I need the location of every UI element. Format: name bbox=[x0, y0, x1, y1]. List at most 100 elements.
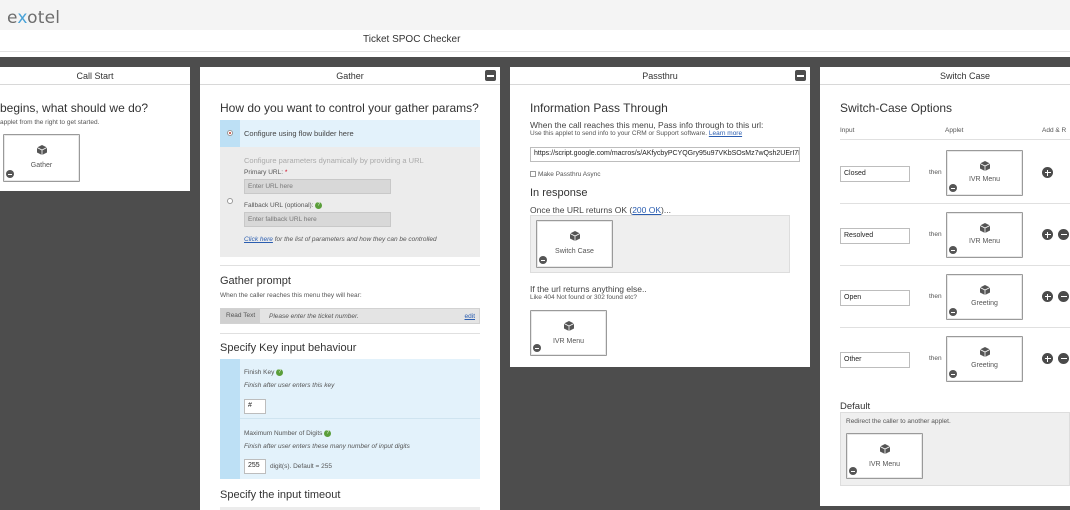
gather-panel: Gather How do you want to control your g… bbox=[200, 67, 500, 510]
default-heading: Default bbox=[840, 401, 871, 412]
divider bbox=[840, 139, 1070, 140]
remove-icon[interactable] bbox=[539, 256, 547, 264]
add-case-icon[interactable] bbox=[1042, 353, 1053, 364]
help-icon[interactable]: ? bbox=[276, 369, 284, 376]
passthru-heading: Information Pass Through bbox=[530, 101, 668, 115]
applet-label: IVR Menu bbox=[868, 461, 901, 468]
help-icon[interactable]: ? bbox=[324, 430, 332, 437]
cube-icon bbox=[979, 161, 990, 171]
applet-drop-switch-case[interactable]: Switch Case bbox=[536, 220, 613, 268]
divider bbox=[840, 265, 1070, 266]
case-applet[interactable]: IVR Menu bbox=[946, 212, 1023, 258]
panel-title: Switch Case bbox=[820, 67, 1070, 85]
remove-case-icon[interactable] bbox=[1058, 291, 1069, 302]
panel-title: Gather bbox=[200, 67, 500, 85]
edit-link[interactable]: edit bbox=[465, 313, 475, 320]
learn-more-link[interactable]: Learn more bbox=[709, 130, 742, 137]
case-applet[interactable]: IVR Menu bbox=[946, 150, 1023, 196]
panel-title: Call Start bbox=[0, 67, 190, 85]
applet-label: Greeting bbox=[971, 300, 998, 307]
case-input[interactable]: Closed bbox=[840, 166, 910, 182]
gather-heading: How do you want to control your gather p… bbox=[220, 101, 479, 115]
col-applet: Applet bbox=[945, 127, 964, 134]
fallback-url-input[interactable]: Enter fallback URL here bbox=[244, 212, 391, 227]
async-label: Make Passthru Async bbox=[538, 171, 601, 178]
then-label: then bbox=[929, 169, 942, 176]
divider bbox=[240, 418, 480, 419]
case-input[interactable]: Resolved bbox=[840, 228, 910, 244]
remove-icon[interactable] bbox=[949, 308, 957, 316]
applet-label: Switch Case bbox=[555, 248, 594, 255]
then-label: then bbox=[929, 231, 942, 238]
panel-title: Passthru bbox=[510, 67, 810, 85]
passthru-sub-desc: Use this applet to send info to your CRM… bbox=[530, 130, 743, 137]
cube-icon bbox=[979, 285, 990, 295]
cube-icon bbox=[36, 145, 47, 155]
response-heading: In response bbox=[530, 187, 588, 199]
fallback-url-label: Fallback URL (optional): ? bbox=[244, 202, 323, 209]
applet-label: Gather bbox=[30, 162, 53, 169]
ok-link[interactable]: 200 OK bbox=[632, 205, 661, 215]
params-help-text: Click here for the list of parameters an… bbox=[244, 236, 437, 243]
applet-drop-ivr-menu[interactable]: IVR Menu bbox=[530, 310, 607, 356]
timeout-heading: Specify the input timeout bbox=[220, 489, 341, 501]
applet-drop-default[interactable]: IVR Menu bbox=[846, 433, 923, 479]
primary-url-input[interactable]: Enter URL here bbox=[244, 179, 391, 194]
remove-icon[interactable] bbox=[533, 344, 541, 352]
switch-heading: Switch-Case Options bbox=[840, 101, 953, 115]
case-input[interactable]: Other bbox=[840, 352, 910, 368]
remove-icon[interactable] bbox=[849, 467, 857, 475]
col-input: Input bbox=[840, 127, 855, 134]
cube-icon bbox=[979, 347, 990, 357]
async-checkbox[interactable] bbox=[530, 171, 536, 177]
remove-icon[interactable] bbox=[6, 170, 14, 178]
max-digits-suffix: digit(s). Default = 255 bbox=[270, 463, 332, 470]
applet-label: Greeting bbox=[971, 362, 998, 369]
prompt-hint: When the caller reaches this menu they w… bbox=[220, 292, 362, 299]
applet-drop-gather[interactable]: Gather bbox=[3, 134, 80, 182]
case-input[interactable]: Open bbox=[840, 290, 910, 306]
passthru-panel: Passthru Information Pass Through When t… bbox=[510, 67, 810, 367]
exotel-logo[interactable]: exotel bbox=[7, 8, 60, 28]
radio-url[interactable] bbox=[227, 198, 233, 204]
col-add-remove: Add & R bbox=[1042, 127, 1067, 134]
prompt-read-text: Read Text Please enter the ticket number… bbox=[220, 308, 480, 324]
then-label: then bbox=[929, 355, 942, 362]
collapse-icon[interactable] bbox=[795, 70, 806, 81]
help-icon[interactable]: ? bbox=[315, 202, 323, 209]
applet-label: IVR Menu bbox=[968, 176, 1001, 183]
add-case-icon[interactable] bbox=[1042, 167, 1053, 178]
option-builder-label: Configure using flow builder here bbox=[244, 129, 354, 138]
prompt-heading: Gather prompt bbox=[220, 275, 291, 287]
add-case-icon[interactable] bbox=[1042, 229, 1053, 240]
option-url-label: Configure parameters dynamically by prov… bbox=[244, 156, 424, 165]
divider bbox=[220, 265, 480, 266]
remove-case-icon[interactable] bbox=[1058, 353, 1069, 364]
collapse-icon[interactable] bbox=[485, 70, 496, 81]
remove-icon[interactable] bbox=[949, 370, 957, 378]
max-digits-input[interactable]: 255 bbox=[244, 459, 266, 474]
remove-case-icon[interactable] bbox=[1058, 229, 1069, 240]
click-here-link[interactable]: Click here bbox=[244, 236, 273, 243]
add-case-icon[interactable] bbox=[1042, 291, 1053, 302]
cube-icon bbox=[563, 321, 574, 331]
remove-icon[interactable] bbox=[949, 184, 957, 192]
default-hint: Redirect the caller to another applet. bbox=[846, 418, 951, 425]
logo-letter-e: e bbox=[7, 8, 18, 28]
remove-icon[interactable] bbox=[949, 246, 957, 254]
radio-builder[interactable] bbox=[227, 130, 233, 136]
finish-key-hint: Finish after user enters this key bbox=[244, 382, 335, 389]
read-text-tag: Read Text bbox=[221, 309, 261, 323]
finish-key-label: Finish Key ? bbox=[244, 369, 284, 376]
case-applet[interactable]: Greeting bbox=[946, 274, 1023, 320]
cube-icon bbox=[879, 444, 890, 454]
call-start-panel: Call Start begins, what should we do? ap… bbox=[0, 67, 190, 191]
passthru-url-input[interactable]: https://script.google.com/macros/s/AKfyc… bbox=[530, 147, 800, 162]
else-text: If the url returns anything else.. bbox=[530, 284, 647, 294]
prompt-text: Please enter the ticket number. bbox=[269, 313, 359, 320]
flow-title[interactable]: Ticket SPOC Checker bbox=[363, 34, 460, 45]
key-heading: Specify Key input behaviour bbox=[220, 342, 357, 354]
finish-key-input[interactable]: # bbox=[244, 399, 266, 414]
case-applet[interactable]: Greeting bbox=[946, 336, 1023, 382]
max-digits-label: Maximum Number of Digits ? bbox=[244, 430, 332, 437]
